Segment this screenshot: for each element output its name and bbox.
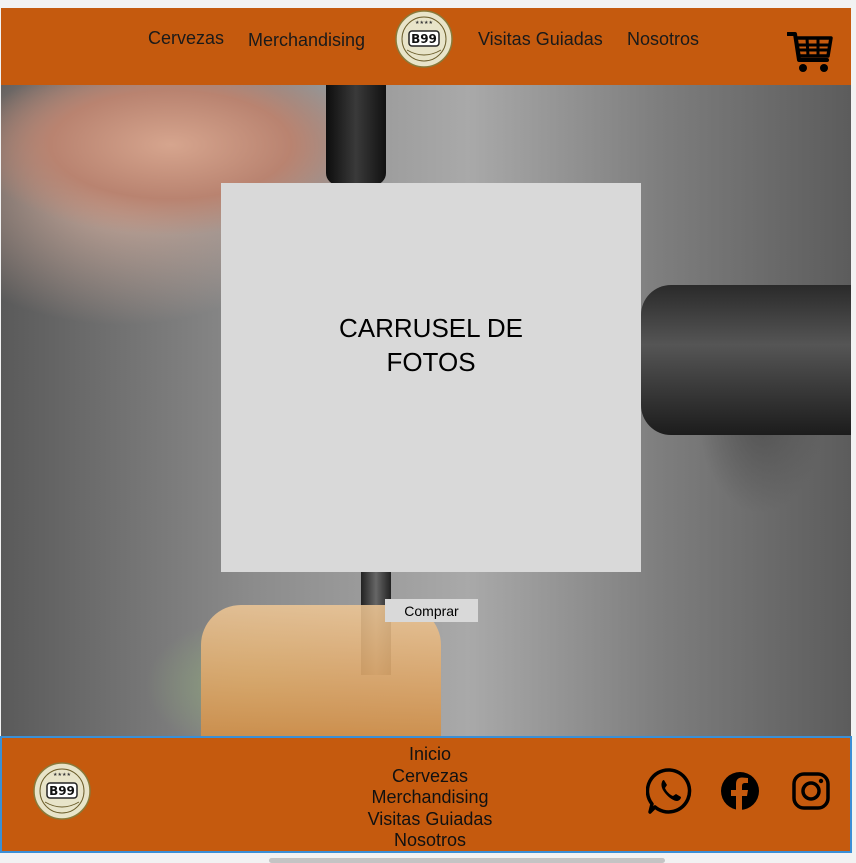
svg-text:★★★★: ★★★★ (415, 20, 433, 26)
footer-link-cervezas[interactable]: Cervezas (392, 766, 468, 788)
hero-tap-image (641, 285, 851, 435)
hero-background: CARRUSEL DE FOTOS Comprar (1, 85, 851, 736)
instagram-icon[interactable] (791, 771, 831, 811)
hero-beer-glass-image (201, 605, 441, 736)
nav-nosotros[interactable]: Nosotros (627, 29, 699, 50)
whatsapp-icon[interactable] (646, 767, 694, 815)
carousel-placeholder-text: CARRUSEL DE FOTOS (339, 312, 523, 377)
footer-link-visitas-guiadas[interactable]: Visitas Guiadas (368, 809, 493, 831)
nav-visitas-guiadas[interactable]: Visitas Guiadas (478, 29, 603, 50)
footer-nav: Inicio Cervezas Merchandising Visitas Gu… (332, 744, 528, 852)
footer-link-merchandising[interactable]: Merchandising (371, 787, 488, 809)
svg-text:B99: B99 (49, 784, 75, 798)
hero-tap-handle-image (326, 85, 386, 185)
brand-logo[interactable]: ★★★★ B99 (395, 10, 453, 68)
svg-text:B99: B99 (411, 32, 437, 46)
footer-logo[interactable]: ★★★★ B99 (33, 762, 91, 820)
nav-merchandising[interactable]: Merchandising (248, 30, 365, 51)
footer-link-inicio[interactable]: Inicio (409, 744, 451, 766)
nav-cervezas[interactable]: Cervezas (148, 28, 224, 49)
photo-carousel[interactable]: CARRUSEL DE FOTOS (221, 183, 641, 572)
horizontal-scrollbar[interactable] (269, 858, 665, 863)
facebook-icon[interactable] (720, 771, 760, 811)
cart-icon[interactable] (787, 30, 833, 74)
footer-link-nosotros[interactable]: Nosotros (394, 830, 466, 852)
svg-text:★★★★: ★★★★ (53, 772, 71, 778)
site-footer: ★★★★ B99 Inicio Cervezas Merchandising V… (0, 736, 852, 853)
site-header: Cervezas Merchandising ★★★★ B99 Visitas … (1, 8, 851, 85)
buy-button[interactable]: Comprar (385, 599, 478, 622)
